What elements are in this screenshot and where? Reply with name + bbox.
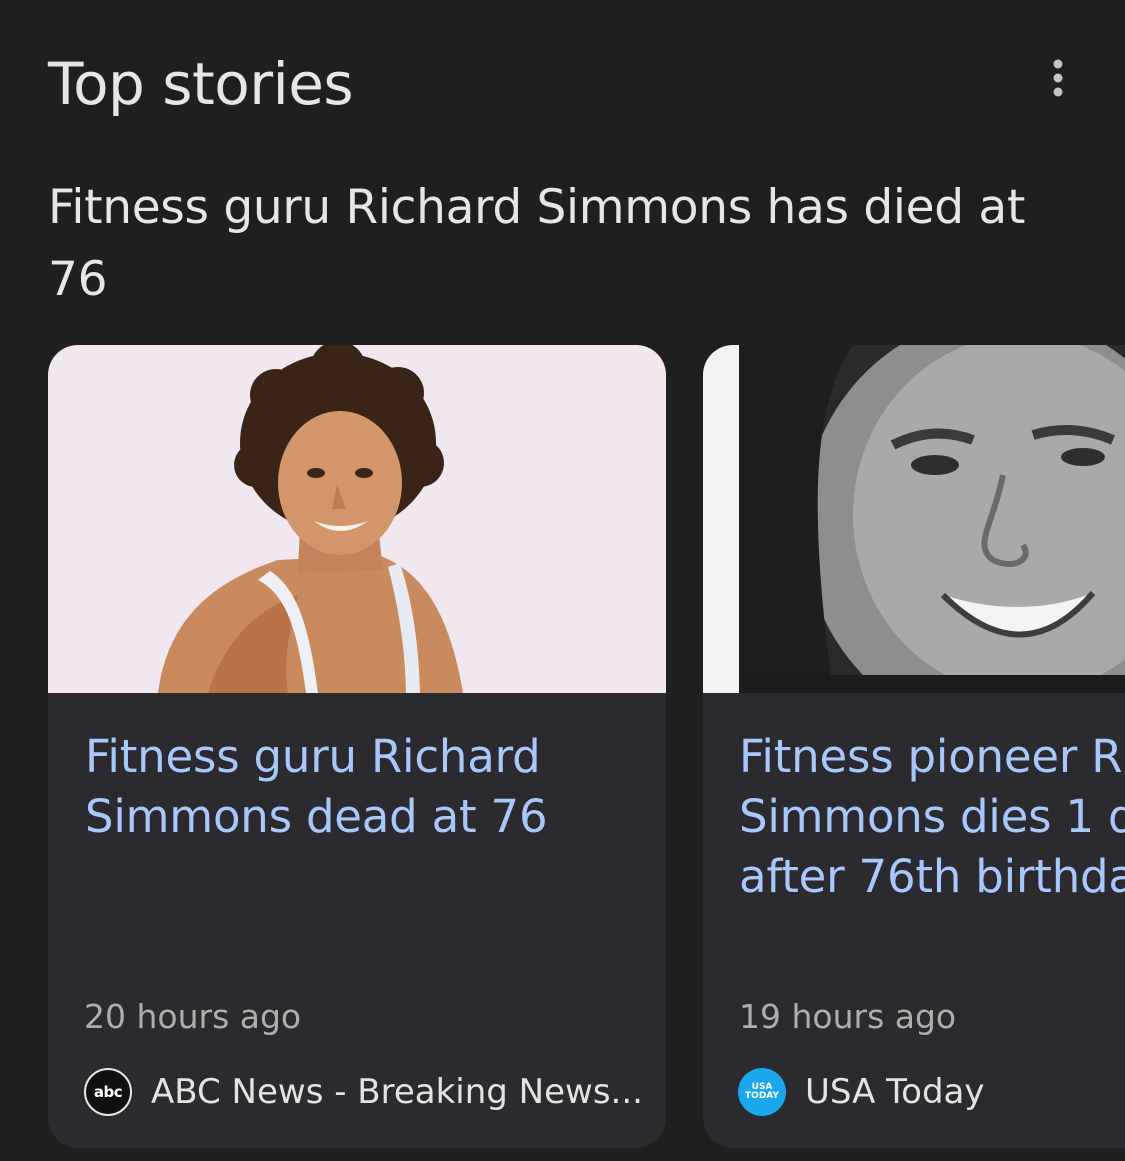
story-title-line: Fitness pioneer R (739, 730, 1123, 783)
story-title-line: after 76th birthda (739, 850, 1125, 903)
more-vert-icon (1053, 59, 1063, 97)
story-title-line: Simmons dies 1 d (739, 790, 1125, 843)
usa-today-logo-icon: USA TODAY (738, 1068, 786, 1116)
story-title[interactable]: Fitness guru Richard Simmons dead at 76 (85, 727, 645, 847)
section-title: Top stories (48, 50, 354, 118)
story-thumbnail (48, 345, 666, 693)
topic-headline[interactable]: Fitness guru Richard Simmons has died at… (48, 172, 1088, 316)
abc-news-logo-icon: abc (84, 1068, 132, 1116)
story-timestamp: 20 hours ago (84, 997, 302, 1036)
story-title[interactable]: Fitness pioneer R Simmons dies 1 d after… (739, 727, 1125, 907)
story-thumbnail (703, 345, 1125, 693)
story-card[interactable]: Fitness pioneer R Simmons dies 1 d after… (703, 345, 1125, 1148)
story-card[interactable]: Fitness guru Richard Simmons dead at 76 … (48, 345, 666, 1148)
story-timestamp: 19 hours ago (739, 997, 957, 1036)
story-source-name: USA Today (805, 1072, 985, 1112)
story-source[interactable]: abc ABC News - Breaking News... (84, 1067, 643, 1117)
story-source[interactable]: USA TODAY USA Today (738, 1067, 985, 1117)
more-options-button[interactable] (1034, 54, 1082, 102)
story-source-name: ABC News - Breaking News... (151, 1072, 643, 1112)
